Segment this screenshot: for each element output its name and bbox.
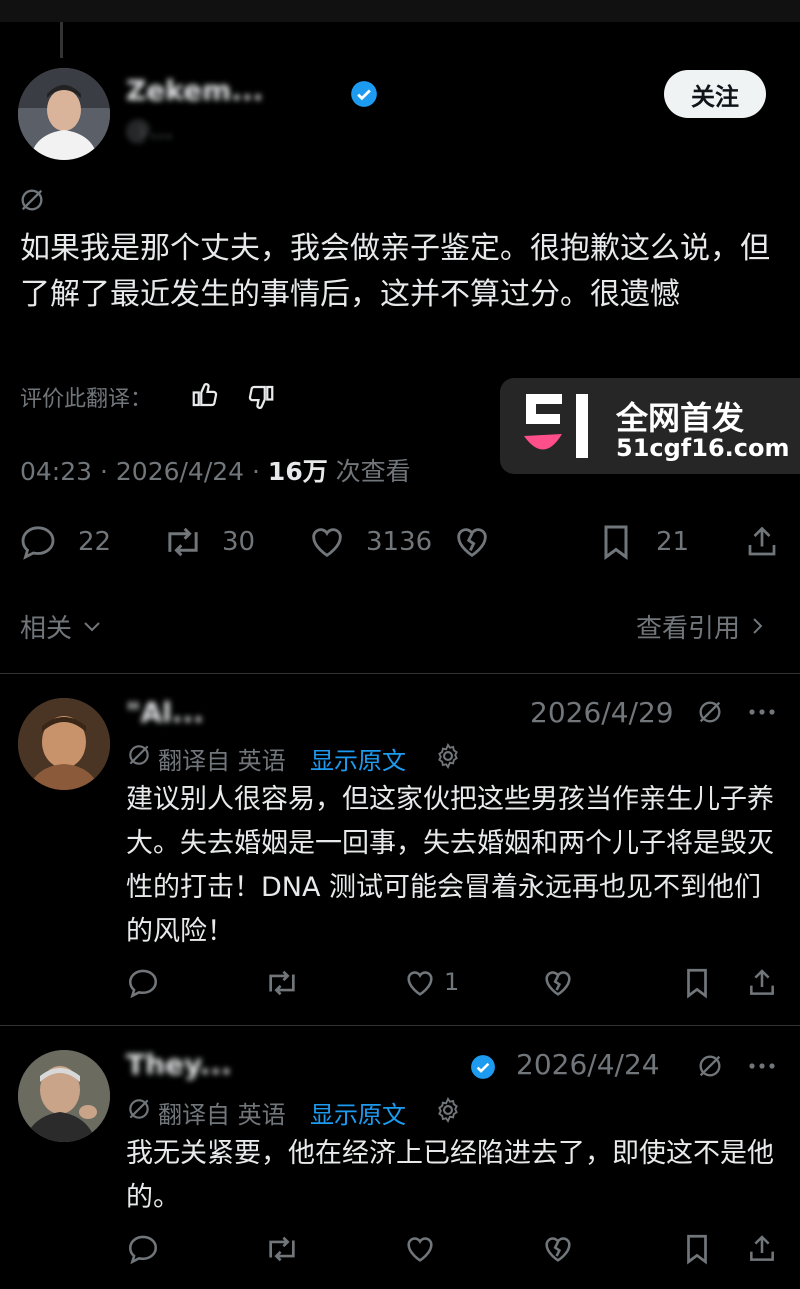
translate-icon xyxy=(126,742,152,768)
chevron-right-icon xyxy=(748,614,768,645)
follow-button[interactable]: 关注 xyxy=(664,70,766,118)
gear-icon[interactable] xyxy=(434,742,462,770)
thread-connector-line xyxy=(60,22,63,58)
share-icon[interactable] xyxy=(746,1232,778,1266)
show-original-link[interactable]: 显示原文 xyxy=(310,741,406,776)
reply-author[interactable]: "Al... xyxy=(126,696,204,729)
broken-heart-icon[interactable] xyxy=(540,966,576,1000)
gear-icon[interactable] xyxy=(434,1096,462,1124)
translate-icon xyxy=(696,1052,724,1080)
repost-icon[interactable] xyxy=(262,966,302,1000)
reply-icon[interactable] xyxy=(126,1232,160,1266)
like-count: 1 xyxy=(444,968,460,996)
show-original-link[interactable]: 显示原文 xyxy=(310,1095,406,1130)
post-time: 04:23 · 2026/4/24 · xyxy=(20,457,268,486)
verified-badge-icon xyxy=(350,80,378,108)
repost-icon[interactable] xyxy=(160,522,206,562)
bookmark-count: 21 xyxy=(656,527,690,557)
author-avatar[interactable] xyxy=(18,68,110,160)
reply-text: 建议别人很容易，但这家伙把这些男孩当作亲生儿子养大。失去婚姻是一回事，失去婚姻和… xyxy=(126,784,774,947)
reply-avatar[interactable] xyxy=(18,1050,110,1142)
related-toggle[interactable]: 相关 xyxy=(20,608,104,645)
views-label: 次查看 xyxy=(327,457,411,486)
translate-icon xyxy=(126,1096,152,1122)
post-meta: 04:23 · 2026/4/24 · 16万 次查看 xyxy=(20,452,411,488)
share-icon[interactable] xyxy=(746,966,778,1000)
reply-avatar[interactable] xyxy=(18,698,110,790)
bookmark-icon[interactable] xyxy=(682,1232,712,1266)
reply-count: 22 xyxy=(78,527,112,557)
related-label: 相关 xyxy=(20,614,73,644)
translate-icon xyxy=(696,698,724,726)
like-icon[interactable] xyxy=(306,522,348,562)
thumbs-down-icon[interactable] xyxy=(246,382,276,412)
more-options-icon[interactable] xyxy=(746,1054,778,1078)
reply-text: 我无关紧要，他在经济上已经陷进去了，即使这不是他的。 xyxy=(126,1138,774,1213)
translate-icon xyxy=(18,186,46,214)
reply-date: 2026/4/24 xyxy=(516,1048,660,1081)
chevron-down-icon xyxy=(80,614,104,645)
share-icon[interactable] xyxy=(744,522,780,562)
divider xyxy=(0,1025,800,1026)
like-icon[interactable] xyxy=(402,1232,438,1266)
view-count: 16万 xyxy=(267,457,328,486)
post-text: 如果我是那个丈夫，我会做亲子鉴定。很抱歉这么说，但了解了最近发生的事情后，这并不… xyxy=(20,231,770,312)
author-handle[interactable]: @... xyxy=(126,116,173,144)
like-icon[interactable] xyxy=(402,966,438,1000)
repost-icon[interactable] xyxy=(262,1232,302,1266)
repost-count: 30 xyxy=(222,527,256,557)
reply-author[interactable]: They... xyxy=(126,1048,232,1081)
broken-heart-icon[interactable] xyxy=(452,522,492,562)
reply-icon[interactable] xyxy=(18,522,58,562)
bookmark-icon[interactable] xyxy=(598,522,634,562)
view-quotes-link[interactable]: 查看引用 xyxy=(636,608,768,645)
thumbs-up-icon[interactable] xyxy=(190,380,220,410)
translated-from-label: 翻译自 英语 xyxy=(158,1101,286,1129)
translated-from-label: 翻译自 英语 xyxy=(158,747,286,775)
verified-badge-icon xyxy=(470,1054,496,1080)
divider xyxy=(0,673,800,674)
bookmark-icon[interactable] xyxy=(682,966,712,1000)
author-name[interactable]: Zekem... xyxy=(126,74,263,107)
reply-date: 2026/4/29 xyxy=(530,696,674,729)
more-options-icon[interactable] xyxy=(746,700,778,724)
reply-icon[interactable] xyxy=(126,966,160,1000)
rate-translation-label: 评价此翻译： xyxy=(20,387,153,412)
top-bar xyxy=(0,0,800,22)
like-count: 3136 xyxy=(366,527,433,557)
watermark-url: 51cgf16.com xyxy=(616,434,790,462)
watermark-title: 全网首发 xyxy=(616,399,745,437)
view-quotes-label: 查看引用 xyxy=(636,614,741,644)
watermark-logo xyxy=(520,390,604,462)
broken-heart-icon[interactable] xyxy=(540,1232,576,1266)
